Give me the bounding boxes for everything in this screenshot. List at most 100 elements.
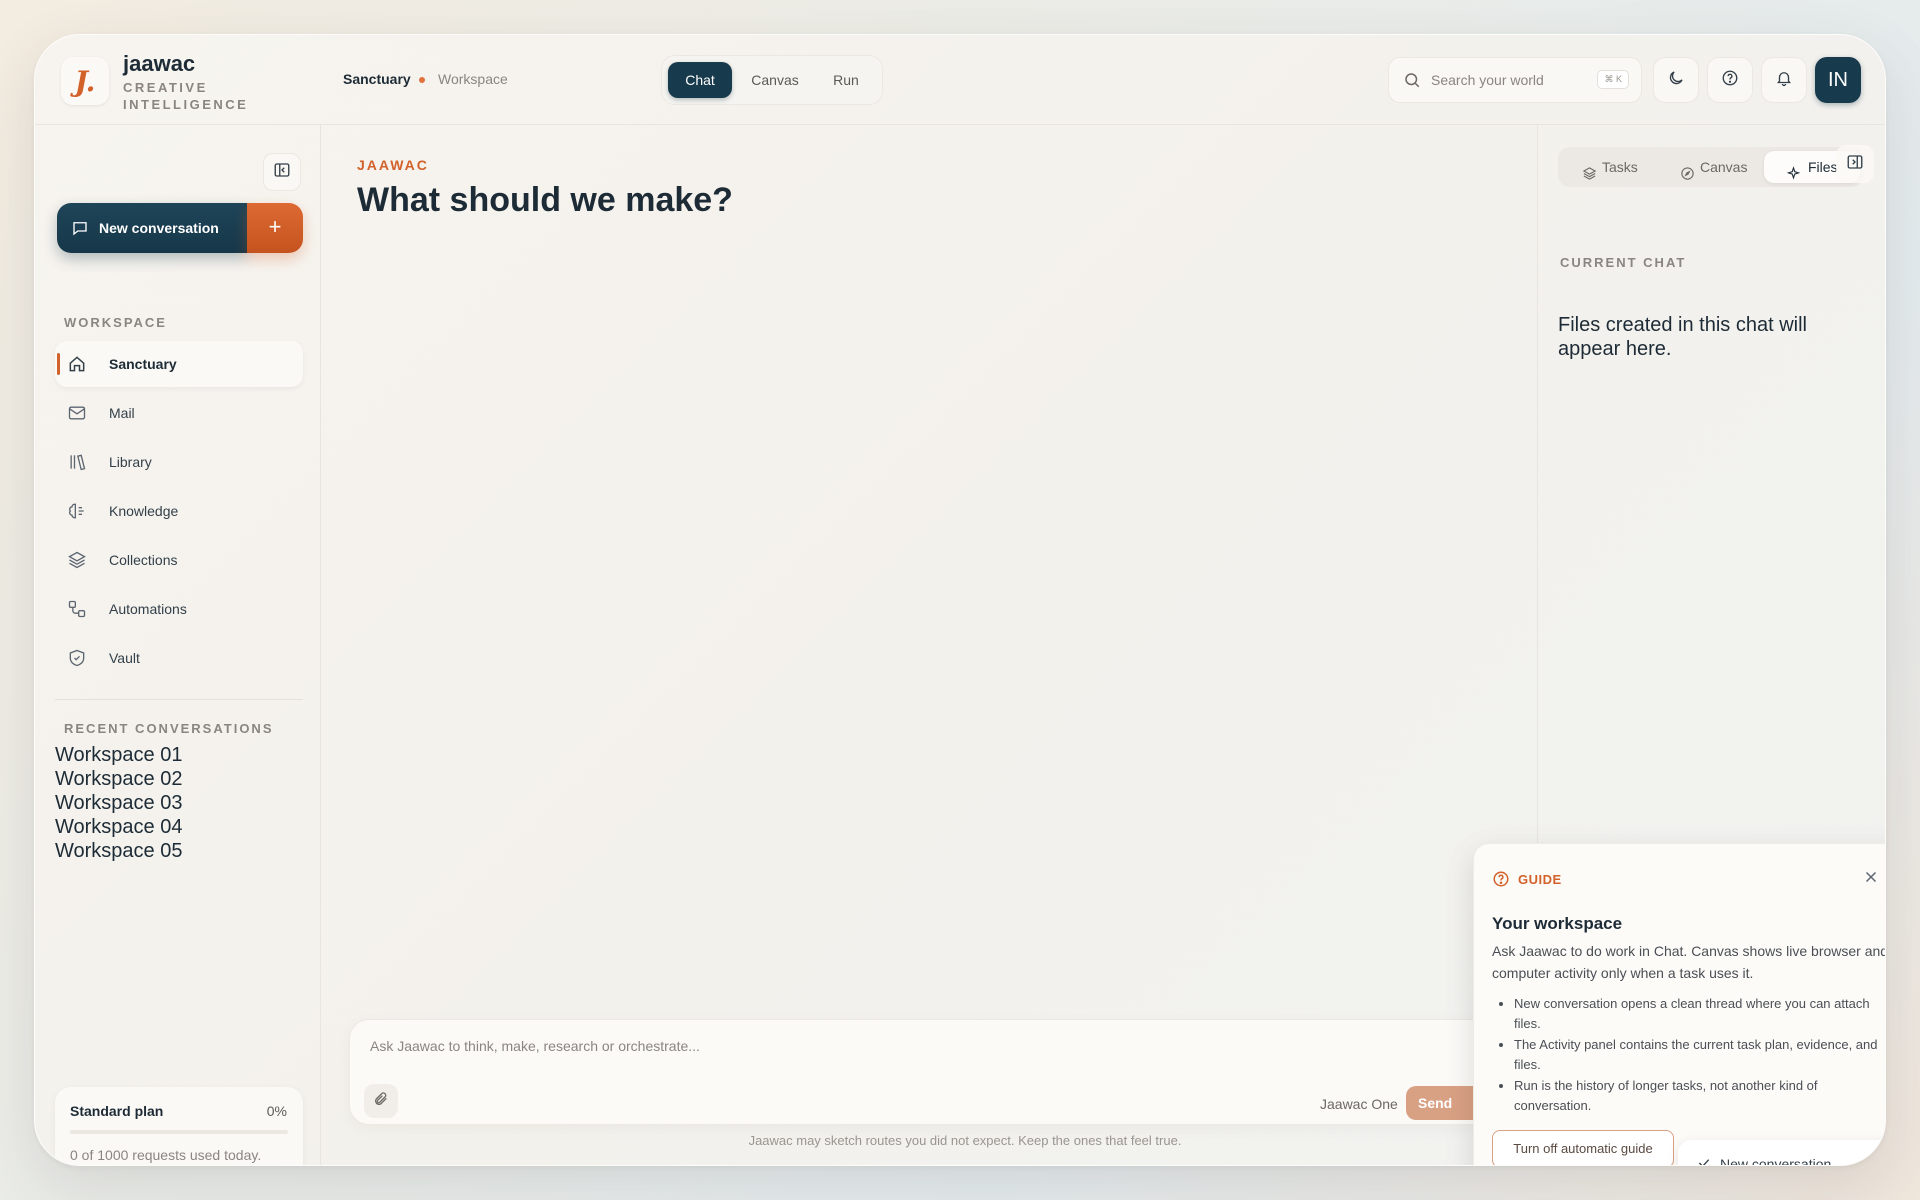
help-button[interactable] xyxy=(1707,57,1753,103)
layers-icon xyxy=(67,550,87,575)
brand-name: jaawac xyxy=(123,51,196,76)
sidebar-item-label: Collections xyxy=(109,552,178,568)
logo-glyph: J. xyxy=(74,64,96,98)
check-icon xyxy=(1696,1155,1712,1165)
search-box[interactable]: Search your world ⌘ K xyxy=(1388,57,1642,103)
guide-bullet: Run is the history of longer tasks, not … xyxy=(1514,1076,1885,1116)
guide-bullets: New conversation opens a clean thread wh… xyxy=(1492,994,1885,1117)
sparkle-icon xyxy=(1786,160,1801,192)
sidebar-divider xyxy=(55,699,303,700)
breadcrumb-current[interactable]: Sanctuary xyxy=(343,71,411,87)
layers-icon xyxy=(1582,160,1597,192)
sidebar-item-library[interactable]: Library xyxy=(55,439,303,485)
guide-popover: GUIDE Your workspace Ask Jaawac to do wo… xyxy=(1473,843,1886,1166)
guide-bullet: The Activity panel contains the current … xyxy=(1514,1035,1885,1075)
collapse-sidebar-button[interactable] xyxy=(263,153,301,191)
panel-right-close-icon xyxy=(1846,153,1864,176)
sidebar-item-label: Sanctuary xyxy=(109,356,177,372)
brain-icon xyxy=(67,501,87,526)
search-placeholder: Search your world xyxy=(1431,72,1544,88)
panel-left-close-icon xyxy=(273,161,291,184)
sidebar: New conversation + WORKSPACE Sanctuary M… xyxy=(35,125,321,1165)
plan-usage-track xyxy=(70,1130,288,1134)
sidebar-item-sanctuary[interactable]: Sanctuary xyxy=(55,341,303,387)
workflow-icon xyxy=(67,599,87,624)
breadcrumb-separator-dot xyxy=(419,77,425,83)
tab-tasks[interactable]: Tasks xyxy=(1582,151,1662,183)
sidebar-item-automations[interactable]: Automations xyxy=(55,586,303,632)
notifications-button[interactable] xyxy=(1761,57,1807,103)
tab-label: Canvas xyxy=(1700,159,1748,175)
search-shortcut: ⌘ K xyxy=(1597,70,1629,89)
toast-label: New conversation xyxy=(1720,1156,1832,1166)
model-selector[interactable]: Jaawac One xyxy=(1320,1096,1398,1112)
shield-icon xyxy=(67,648,87,673)
top-bar: J. jaawac CREATIVE INTELLIGENCE Sanctuar… xyxy=(35,35,1885,125)
tab-canvas[interactable]: Canvas xyxy=(738,62,812,98)
sidebar-item-label: Library xyxy=(109,454,152,470)
guide-title: Your workspace xyxy=(1492,914,1623,933)
tab-chat[interactable]: Chat xyxy=(668,62,732,98)
activity-tabs: Tasks Canvas Files xyxy=(1558,147,1864,187)
close-icon[interactable] xyxy=(1862,868,1880,891)
recent-conversations-title: RECENT CONVERSATIONS xyxy=(64,721,274,736)
sidebar-item-knowledge[interactable]: Knowledge xyxy=(55,488,303,534)
recent-conversation-item[interactable]: Workspace 05 xyxy=(55,839,303,863)
attach-button[interactable] xyxy=(364,1084,398,1118)
page-title: What should we make? xyxy=(357,181,733,219)
sidebar-item-collections[interactable]: Collections xyxy=(55,537,303,583)
mode-tabs: Chat Canvas Run xyxy=(661,55,883,105)
plan-usage-text: 0 of 1000 requests used today. xyxy=(70,1147,262,1163)
active-indicator xyxy=(57,353,60,375)
mail-icon xyxy=(67,403,87,428)
sidebar-item-label: Automations xyxy=(109,601,187,617)
brand-tagline: CREATIVE INTELLIGENCE xyxy=(123,80,249,112)
tab-run[interactable]: Run xyxy=(814,62,878,98)
new-conversation-plus-button[interactable]: + xyxy=(247,203,303,253)
paperclip-icon xyxy=(373,1091,389,1112)
sidebar-item-label: Knowledge xyxy=(109,503,179,519)
plan-percent: 0% xyxy=(266,1103,287,1119)
search-icon xyxy=(1403,71,1421,94)
recent-conversation-item[interactable]: Workspace 04 xyxy=(55,815,303,839)
plan-name: Standard plan xyxy=(70,1103,164,1119)
turn-off-guide-button[interactable]: Turn off automatic guide xyxy=(1492,1130,1674,1165)
guide-label: GUIDE xyxy=(1518,872,1562,887)
files-empty-state: Files created in this chat will appear h… xyxy=(1558,314,1807,360)
recent-conversations-list: Workspace 01 Workspace 02 Workspace 03 W… xyxy=(55,743,303,863)
guide-bullet: New conversation opens a clean thread wh… xyxy=(1514,994,1885,1034)
breadcrumb-context[interactable]: Workspace xyxy=(438,71,508,87)
avatar[interactable]: IN xyxy=(1815,57,1861,103)
theme-toggle-button[interactable] xyxy=(1653,57,1699,103)
logo[interactable]: J. xyxy=(61,57,109,105)
sidebar-item-label: Vault xyxy=(109,650,140,666)
app-window: J. jaawac CREATIVE INTELLIGENCE Sanctuar… xyxy=(34,34,1886,1166)
library-icon xyxy=(67,452,87,477)
main-eyebrow: JAAWAC xyxy=(357,157,429,173)
bell-icon xyxy=(1775,69,1793,92)
sidebar-item-label: Mail xyxy=(109,405,135,421)
composer-input[interactable]: Ask Jaawac to think, make, research or o… xyxy=(370,1038,700,1054)
collapse-activity-panel-button[interactable] xyxy=(1836,145,1874,183)
recent-conversation-item[interactable]: Workspace 03 xyxy=(55,791,303,815)
sidebar-item-vault[interactable]: Vault xyxy=(55,635,303,681)
plan-usage-card: Standard plan 0% 0 of 1000 requests used… xyxy=(55,1087,303,1165)
help-circle-icon xyxy=(1492,870,1510,893)
new-conversation-button[interactable]: New conversation xyxy=(57,203,247,253)
recent-conversation-item[interactable]: Workspace 02 xyxy=(55,767,303,791)
moon-icon xyxy=(1667,69,1685,92)
composer[interactable]: Ask Jaawac to think, make, research or o… xyxy=(349,1019,1499,1125)
tab-canvas-panel[interactable]: Canvas xyxy=(1680,151,1760,183)
tab-label: Files xyxy=(1808,159,1838,175)
tab-label: Tasks xyxy=(1602,159,1638,175)
guide-body: Ask Jaawac to do work in Chat. Canvas sh… xyxy=(1492,943,1886,981)
current-chat-title: CURRENT CHAT xyxy=(1560,255,1687,270)
home-icon xyxy=(67,354,87,379)
compass-icon xyxy=(1680,160,1695,192)
footer-disclaimer: Jaawac may sketch routes you did not exp… xyxy=(748,1133,1182,1148)
sidebar-item-mail[interactable]: Mail xyxy=(55,390,303,436)
new-conversation-toast: New conversation xyxy=(1678,1140,1885,1166)
message-square-icon xyxy=(71,219,89,242)
new-conversation-label: New conversation xyxy=(99,220,219,236)
recent-conversation-item[interactable]: Workspace 01 xyxy=(55,743,303,767)
